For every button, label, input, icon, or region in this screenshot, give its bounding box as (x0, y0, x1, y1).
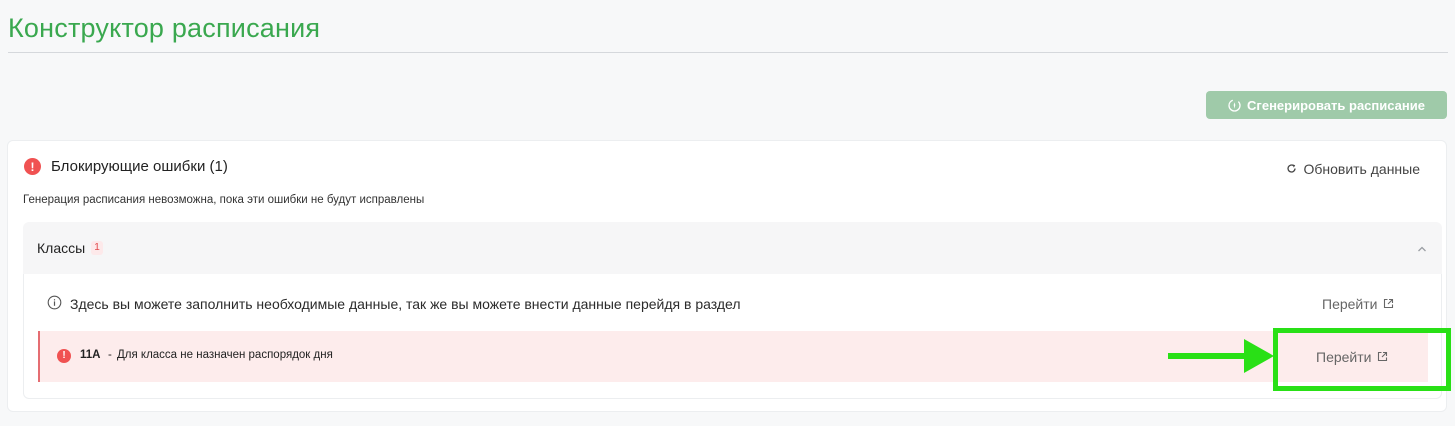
error-separator: - (108, 349, 112, 361)
refresh-data-button[interactable]: Обновить данные (1286, 161, 1420, 177)
refresh-icon (1286, 161, 1297, 177)
blocking-errors-title: Блокирующие ошибки (1) (51, 158, 228, 175)
chevron-up-icon[interactable] (1416, 242, 1428, 254)
info-icon (47, 295, 62, 310)
error-class-name: 11А (80, 349, 101, 361)
blocking-errors-subtitle: Генерация расписания невозможна, пока эт… (23, 194, 425, 206)
goto-section-label: Перейти (1322, 296, 1378, 312)
page-title: Конструктор расписания (8, 13, 321, 43)
magic-wand-icon (1228, 98, 1241, 112)
classes-section-header[interactable]: Классы 1 (23, 222, 1442, 274)
classes-section-title: Классы (37, 240, 86, 256)
external-link-icon (1383, 296, 1394, 312)
error-icon: ! (57, 349, 71, 363)
error-icon: ! (24, 158, 41, 175)
generate-schedule-button[interactable]: Сгенерировать расписание (1206, 91, 1447, 119)
classes-info-text: Здесь вы можете заполнить необходимые да… (70, 296, 741, 312)
classes-section-body: Здесь вы можете заполнить необходимые да… (23, 274, 1442, 399)
classes-error-count-badge: 1 (91, 241, 103, 255)
annotation-highlight-box (1273, 328, 1451, 391)
schedule-builder-page: Конструктор расписания Сгенерировать рас… (0, 0, 1455, 426)
error-message: Для класса не назначен распорядок дня (117, 349, 333, 361)
generate-schedule-label: Сгенерировать расписание (1247, 97, 1425, 113)
refresh-data-label: Обновить данные (1303, 161, 1420, 177)
goto-section-link[interactable]: Перейти (1322, 296, 1394, 312)
annotation-arrow-icon (1168, 339, 1274, 373)
title-divider (8, 52, 1448, 53)
